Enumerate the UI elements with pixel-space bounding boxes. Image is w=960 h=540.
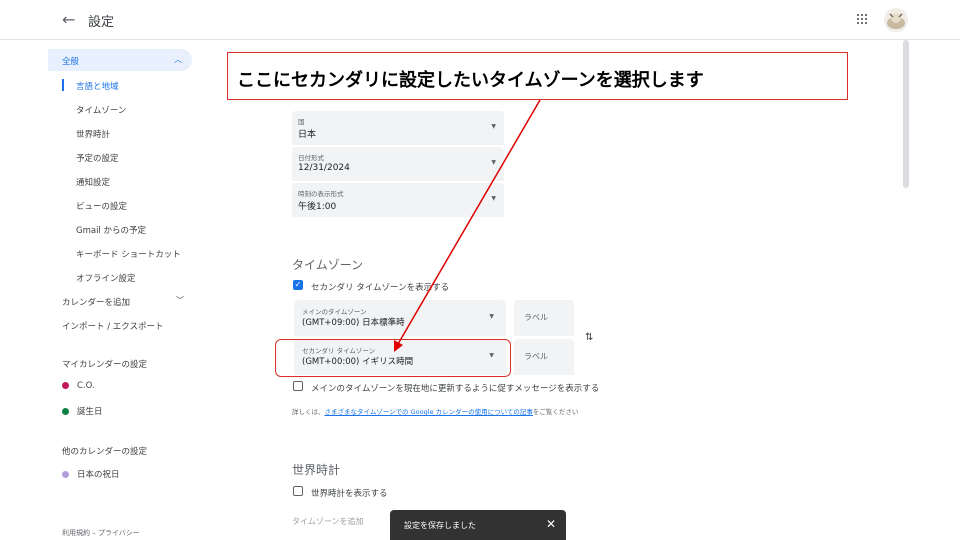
- field-value: (GMT+09:00) 日本標準時: [302, 318, 405, 328]
- annotation-callout: ここにセカンダリに設定したいタイムゾーンを選択します: [227, 52, 848, 100]
- country-select[interactable]: 国 日本 ▼: [292, 111, 504, 145]
- timezone-help-text: 詳しくは、さまざまなタイムゾーンでの Google カレンダーの使用についての記…: [292, 406, 578, 416]
- timezone-help-link[interactable]: さまざまなタイムゾーンでの Google カレンダーの使用についての記事: [325, 408, 533, 416]
- chevron-down-icon[interactable]: ﹀: [176, 295, 184, 306]
- update-prompt-checkbox[interactable]: [293, 381, 303, 391]
- sidebar-item-offline[interactable]: オフライン設定: [76, 272, 136, 284]
- world-clock-checkbox-label: 世界時計を表示する: [311, 489, 388, 499]
- callout-text: ここにセカンダリに設定したいタイムゾーンを選択します: [237, 70, 704, 91]
- field-label: 国: [298, 118, 305, 126]
- label-placeholder: ラベル: [524, 352, 548, 361]
- field-value: 12/31/2024: [298, 163, 350, 173]
- swap-timezones-icon[interactable]: ⇅: [585, 332, 593, 343]
- label-placeholder: ラベル: [524, 313, 548, 322]
- calendar-color-dot: [62, 382, 69, 389]
- sidebar-item-gmail-events[interactable]: Gmail からの予定: [76, 224, 146, 236]
- dropdown-arrow-icon: ▼: [491, 123, 496, 130]
- dropdown-arrow-icon: ▼: [491, 195, 496, 202]
- chevron-up-icon: ︿: [174, 55, 182, 64]
- scrollbar[interactable]: [903, 40, 909, 188]
- secondary-timezone-checkbox[interactable]: ✓: [293, 280, 303, 290]
- sidebar-calendar-item[interactable]: C.O.: [62, 381, 95, 391]
- back-arrow-icon[interactable]: ←: [62, 10, 75, 29]
- my-calendars-heading: マイカレンダーの設定: [62, 360, 148, 370]
- avatar[interactable]: [884, 8, 908, 32]
- top-bar: ← 設定: [0, 0, 960, 40]
- snackbar-toast: 設定を保存しました ✕: [390, 510, 566, 540]
- field-label: メインのタイムゾーン: [302, 308, 367, 316]
- help-prefix: 詳しくは、: [292, 408, 325, 416]
- active-indicator: [62, 79, 64, 91]
- sidebar-item-world-clock[interactable]: 世界時計: [76, 128, 110, 140]
- field-value: 午後1:00: [298, 202, 337, 212]
- dropdown-arrow-icon: ▼: [491, 159, 496, 166]
- primary-timezone-select[interactable]: メインのタイムゾーン (GMT+09:00) 日本標準時 ▼: [294, 300, 506, 336]
- sidebar-item-language-region[interactable]: 言語と地域: [76, 80, 119, 92]
- calendar-name: C.O.: [77, 381, 95, 391]
- settings-sidebar: 全般 ︿ 言語と地域 タイムゾーン 世界時計 予定の設定 通知設定 ビューの設定…: [0, 40, 200, 540]
- page-title: 設定: [88, 15, 115, 30]
- world-clock-section-title: 世界時計: [292, 463, 341, 477]
- calendar-name: 誕生日: [77, 407, 103, 417]
- sidebar-calendar-item[interactable]: 誕生日: [62, 405, 103, 417]
- timezone-section-title: タイムゾーン: [292, 258, 364, 272]
- calendar-color-dot: [62, 408, 69, 415]
- sidebar-item-event-settings[interactable]: 予定の設定: [76, 152, 119, 164]
- sidebar-calendar-item[interactable]: 日本の祝日: [62, 468, 120, 480]
- secondary-timezone-label-input[interactable]: ラベル: [514, 339, 574, 375]
- annotation-highlight-box: [275, 339, 511, 377]
- apps-grid-icon[interactable]: [856, 13, 868, 25]
- field-label: 日付形式: [298, 154, 324, 162]
- other-calendars-heading: 他のカレンダーの設定: [62, 447, 148, 457]
- calendar-name: 日本の祝日: [77, 470, 120, 480]
- add-timezone-link[interactable]: タイムゾーンを追加: [292, 516, 363, 527]
- update-prompt-checkbox-label: メインのタイムゾーンを現在地に更新するように促すメッセージを表示する: [311, 384, 600, 394]
- sidebar-item-import-export[interactable]: インポート / エクスポート: [62, 320, 164, 332]
- sidebar-item-view-settings[interactable]: ビューの設定: [76, 200, 127, 212]
- date-format-select[interactable]: 日付形式 12/31/2024 ▼: [292, 147, 504, 181]
- primary-timezone-label-input[interactable]: ラベル: [514, 300, 574, 336]
- sidebar-item-add-calendar[interactable]: カレンダーを追加: [62, 296, 130, 308]
- sidebar-item-keyboard-shortcuts[interactable]: キーボード ショートカット: [76, 248, 181, 260]
- field-value: 日本: [298, 130, 317, 140]
- sidebar-item-general[interactable]: 全般 ︿: [48, 49, 192, 71]
- dropdown-arrow-icon: ▼: [489, 313, 494, 320]
- close-icon[interactable]: ✕: [546, 517, 556, 531]
- sidebar-item-timezone[interactable]: タイムゾーン: [76, 104, 126, 116]
- secondary-timezone-checkbox-label: セカンダリ タイムゾーンを表示する: [311, 283, 450, 293]
- help-suffix: をご覧ください: [532, 408, 579, 416]
- sidebar-item-notifications[interactable]: 通知設定: [76, 176, 110, 188]
- toast-text: 設定を保存しました: [404, 521, 476, 530]
- sidebar-item-label: 全般: [62, 57, 80, 67]
- world-clock-checkbox[interactable]: [293, 486, 303, 496]
- calendar-color-dot: [62, 471, 69, 478]
- field-label: 時刻の表示形式: [298, 190, 344, 198]
- time-format-select[interactable]: 時刻の表示形式 午後1:00 ▼: [292, 183, 504, 217]
- terms-privacy-link[interactable]: 利用規約 – プライバシー: [62, 528, 140, 538]
